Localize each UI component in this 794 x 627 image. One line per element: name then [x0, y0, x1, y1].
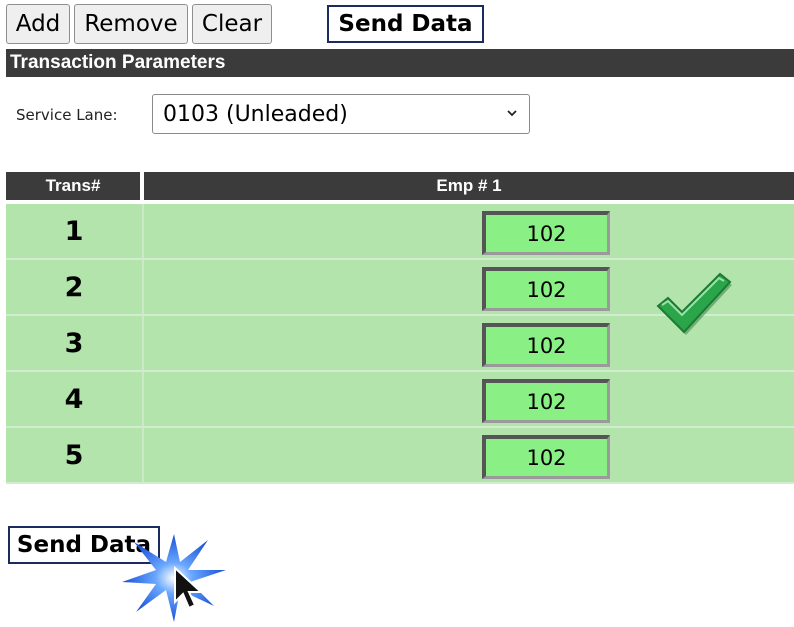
emp-input[interactable]: 102 [482, 435, 610, 479]
emp-input[interactable]: 102 [482, 267, 610, 311]
emp-input[interactable]: 102 [482, 379, 610, 423]
table-row: 4 102 [6, 372, 794, 428]
trans-number: 5 [64, 439, 84, 471]
trans-number: 2 [64, 271, 84, 303]
table-row: 5 102 [6, 428, 794, 484]
emp-input[interactable]: 102 [482, 211, 610, 255]
remove-button[interactable]: Remove [74, 4, 188, 44]
column-header-trans: Trans# [6, 172, 140, 200]
trans-number: 1 [64, 215, 84, 247]
mouse-cursor-icon [174, 566, 204, 610]
table-row: 1 102 [6, 204, 794, 260]
add-button[interactable]: Add [6, 4, 70, 44]
emp-input[interactable]: 102 [482, 323, 610, 367]
chevron-down-icon [507, 110, 517, 117]
trans-number: 3 [64, 327, 84, 359]
checkmark-icon [656, 272, 732, 335]
service-lane-label: Service Lane: [16, 106, 118, 124]
trans-number: 4 [64, 383, 84, 415]
column-header-emp: Emp # 1 [144, 172, 794, 200]
section-title: Transaction Parameters [6, 49, 794, 77]
service-lane-select[interactable]: 0103 (Unleaded) [152, 94, 530, 134]
send-data-button-top[interactable]: Send Data [327, 5, 484, 43]
clear-button[interactable]: Clear [192, 4, 272, 44]
service-lane-value: 0103 (Unleaded) [163, 101, 348, 127]
